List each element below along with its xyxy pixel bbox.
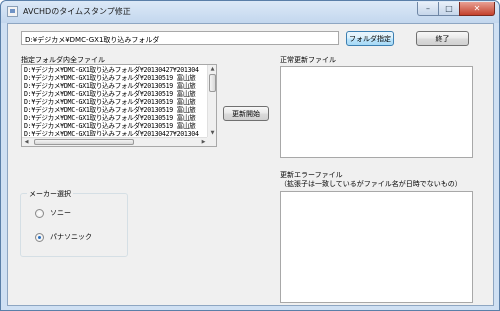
- select-folder-button[interactable]: フォルダ指定: [346, 31, 394, 46]
- vertical-scroll-thumb[interactable]: [209, 74, 216, 92]
- file-list-item[interactable]: D:¥デジカメ¥DMC-GX1取り込みフォルダ¥20130519 富山旅: [24, 90, 206, 98]
- maker-option-panasonic[interactable]: パナソニック: [35, 232, 92, 242]
- scroll-left-arrow-icon[interactable]: ◀: [22, 138, 31, 146]
- folder-path-value: D:¥デジカメ¥DMC-GX1取り込みフォルダ: [25, 36, 160, 44]
- horizontal-scrollbar[interactable]: ◀ ▶: [22, 137, 208, 146]
- folder-path-input[interactable]: D:¥デジカメ¥DMC-GX1取り込みフォルダ: [21, 31, 339, 45]
- file-rows: D:¥デジカメ¥DMC-GX1取り込みフォルダ¥20130427¥201304 D…: [24, 66, 206, 136]
- scrollbar-corner: [207, 137, 216, 146]
- file-list-item[interactable]: D:¥デジカメ¥DMC-GX1取り込みフォルダ¥20130519 富山旅: [24, 98, 206, 106]
- window-title: AVCHDのタイムスタンプ修正: [23, 7, 131, 16]
- file-list-item[interactable]: D:¥デジカメ¥DMC-GX1取り込みフォルダ¥20130519 富山旅: [24, 114, 206, 122]
- client-area: D:¥デジカメ¥DMC-GX1取り込みフォルダ フォルダ指定 終了 指定フォルダ…: [7, 23, 494, 306]
- file-list-item[interactable]: D:¥デジカメ¥DMC-GX1取り込みフォルダ¥20130519 富山旅: [24, 106, 206, 114]
- scroll-down-arrow-icon[interactable]: ▼: [208, 129, 216, 137]
- vertical-scrollbar[interactable]: ▲ ▼: [207, 65, 216, 137]
- panasonic-radio[interactable]: [35, 232, 44, 242]
- file-list-item[interactable]: D:¥デジカメ¥DMC-GX1取り込みフォルダ¥20130519 富山旅: [24, 74, 206, 82]
- file-list-item[interactable]: D:¥デジカメ¥DMC-GX1取り込みフォルダ¥20130519 富山旅: [24, 82, 206, 90]
- sony-radio[interactable]: [35, 208, 44, 218]
- maker-group: メーカー選択 ソニー パナソニック: [20, 189, 128, 257]
- start-update-button[interactable]: 更新開始: [223, 106, 269, 121]
- panasonic-label: パナソニック: [50, 233, 92, 241]
- maximize-button[interactable]: □: [438, 2, 460, 16]
- maker-option-sony[interactable]: ソニー: [35, 208, 71, 218]
- app-window: AVCHDのタイムスタンプ修正 – □ ✕ D:¥デジカメ¥DMC-GX1取り込…: [0, 0, 500, 311]
- scroll-up-arrow-icon[interactable]: ▲: [208, 65, 216, 73]
- minimize-button[interactable]: –: [417, 2, 439, 16]
- exit-button[interactable]: 終了: [416, 31, 469, 46]
- horizontal-scroll-thumb[interactable]: [34, 139, 134, 145]
- app-icon: [7, 6, 18, 17]
- normal-files-label: 正常更新ファイル: [280, 56, 336, 64]
- sony-label: ソニー: [50, 209, 71, 217]
- close-button[interactable]: ✕: [459, 2, 495, 16]
- title-bar[interactable]: AVCHDのタイムスタンプ修正 – □ ✕: [1, 1, 499, 23]
- all-files-list[interactable]: D:¥デジカメ¥DMC-GX1取り込みフォルダ¥20130427¥201304 D…: [21, 64, 217, 147]
- maker-group-title: メーカー選択: [27, 189, 73, 199]
- file-list-item[interactable]: D:¥デジカメ¥DMC-GX1取り込みフォルダ¥20130427¥201304: [24, 130, 206, 136]
- error-files-note: （拡張子は一致しているがファイル名が日時でないもの）: [280, 180, 462, 188]
- error-files-list[interactable]: [280, 191, 473, 303]
- normal-files-list[interactable]: [280, 66, 473, 158]
- file-list-item[interactable]: D:¥デジカメ¥DMC-GX1取り込みフォルダ¥20130427¥201304: [24, 66, 206, 74]
- file-list-item[interactable]: D:¥デジカメ¥DMC-GX1取り込みフォルダ¥20130519 富山旅: [24, 122, 206, 130]
